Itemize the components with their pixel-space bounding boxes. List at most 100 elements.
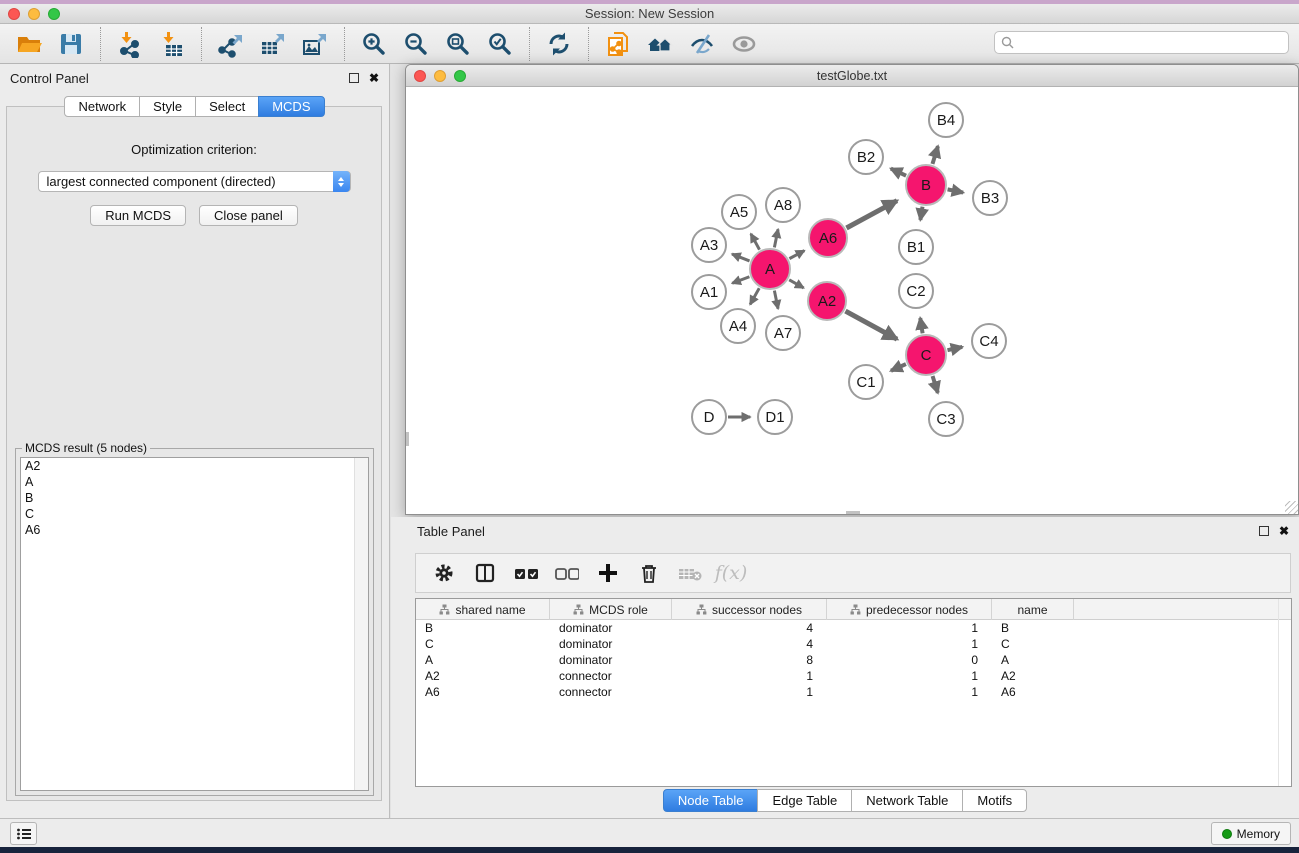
table-cell[interactable]: A [992,652,1074,668]
table-row[interactable]: Cdominator41C [416,636,1291,652]
table-cell[interactable]: 1 [827,636,992,652]
table-row[interactable]: Adominator80A [416,652,1291,668]
edge-A-A3[interactable] [732,254,749,261]
edge-A-A5[interactable] [751,234,760,250]
edge-A-A6[interactable] [789,251,804,259]
export-image-button[interactable] [300,29,330,59]
show-columns-button[interactable] [473,561,497,585]
edge-C-C1[interactable] [891,364,906,371]
column-header-predecessor-nodes[interactable]: predecessor nodes [827,599,992,620]
edge-A-A4[interactable] [750,288,759,304]
canvas-vertical-scrollbar[interactable] [406,432,409,446]
zoom-in-button[interactable] [359,29,389,59]
delete-table-button[interactable] [678,561,702,585]
table-cell[interactable]: C [992,636,1074,652]
zoom-selected-button[interactable] [485,29,515,59]
column-header-MCDS-role[interactable]: MCDS role [550,599,672,620]
edge-B-B2[interactable] [891,169,906,176]
node-table[interactable]: shared nameMCDS rolesuccessor nodesprede… [415,598,1292,787]
table-cell[interactable]: connector [550,668,672,684]
edge-C-C3[interactable] [933,376,938,393]
tab-select[interactable]: Select [195,96,259,117]
edge-C-C4[interactable] [947,347,962,350]
table-cell[interactable]: C [416,636,550,652]
result-list-scrollbar[interactable] [354,458,368,790]
open-file-button[interactable] [14,29,44,59]
table-cell[interactable]: B [416,620,550,636]
tab-network[interactable]: Network [64,96,140,117]
table-settings-button[interactable] [432,561,456,585]
table-cell[interactable]: 4 [672,636,827,652]
table-row[interactable]: Bdominator41B [416,620,1291,636]
result-item[interactable]: A6 [21,522,368,538]
add-column-button[interactable] [596,561,620,585]
column-header-name[interactable]: name [992,599,1074,620]
optimization-criterion-select[interactable]: largest connected component (directed) [38,171,351,192]
table-cell[interactable]: A2 [416,668,550,684]
export-table-button[interactable] [258,29,288,59]
tab-network-table[interactable]: Network Table [851,789,963,812]
table-cell[interactable]: 1 [827,620,992,636]
table-cell[interactable]: 1 [672,684,827,700]
float-panel-icon[interactable] [349,73,359,83]
table-cell[interactable]: A6 [416,684,550,700]
window-resize-grip[interactable] [1285,501,1298,514]
export-network-button[interactable] [216,29,246,59]
mcds-result-list[interactable]: A2ABCA6 [20,457,369,791]
import-table-button[interactable] [157,29,187,59]
edge-A2-C[interactable] [845,311,897,339]
edge-B-B4[interactable] [932,146,937,164]
canvas-horizontal-scrollbar[interactable] [846,511,860,514]
table-row[interactable]: A2connector11A2 [416,668,1291,684]
function-builder-button[interactable]: f(x) [719,561,743,585]
table-cell[interactable]: dominator [550,652,672,668]
delete-column-button[interactable] [637,561,661,585]
edge-A-A2[interactable] [789,280,803,288]
edge-A-A1[interactable] [732,277,749,283]
tab-motifs[interactable]: Motifs [962,789,1027,812]
edge-C-C2[interactable] [920,318,922,333]
search-field[interactable] [994,31,1289,54]
edge-A-A8[interactable] [774,229,778,247]
table-cell[interactable]: A6 [992,684,1074,700]
table-cell[interactable]: A [416,652,550,668]
refresh-button[interactable] [544,29,574,59]
table-cell[interactable]: dominator [550,620,672,636]
column-header-successor-nodes[interactable]: successor nodes [672,599,827,620]
tab-node-table[interactable]: Node Table [663,789,759,812]
tab-edge-table[interactable]: Edge Table [757,789,852,812]
network-graph[interactable]: B4B2BB3A8A5A6A3B1AA1C2A2A4A7C4CC1DD1C3 [406,87,1298,514]
tab-mcds[interactable]: MCDS [258,96,324,117]
tab-style[interactable]: Style [139,96,196,117]
result-item[interactable]: A [21,474,368,490]
deselect-all-rows-button[interactable] [555,561,579,585]
close-panel-icon[interactable]: ✖ [369,71,379,85]
table-cell[interactable]: 1 [672,668,827,684]
zoom-fit-button[interactable] [443,29,473,59]
table-cell[interactable]: dominator [550,636,672,652]
show-task-history-button[interactable] [10,822,37,845]
save-session-button[interactable] [56,29,86,59]
show-all-button[interactable] [729,29,759,59]
network-canvas[interactable]: B4B2BB3A8A5A6A3B1AA1C2A2A4A7C4CC1DD1C3 [406,87,1298,514]
select-all-rows-button[interactable] [514,561,538,585]
table-cell[interactable]: 1 [827,684,992,700]
search-input[interactable] [1018,36,1288,50]
zoom-out-button[interactable] [401,29,431,59]
table-cell[interactable]: 1 [827,668,992,684]
first-neighbors-button[interactable] [645,29,675,59]
table-row[interactable]: A6connector11A6 [416,684,1291,700]
edge-B-B3[interactable] [948,189,964,192]
memory-button[interactable]: Memory [1211,822,1291,845]
table-cell[interactable]: connector [550,684,672,700]
edge-A6-B[interactable] [846,201,897,228]
table-cell[interactable]: 0 [827,652,992,668]
float-table-panel-icon[interactable] [1259,526,1269,536]
result-item[interactable]: C [21,506,368,522]
edge-B-B1[interactable] [920,207,922,220]
import-network-button[interactable] [115,29,145,59]
network-from-selection-button[interactable] [603,29,633,59]
run-mcds-button[interactable]: Run MCDS [90,205,186,226]
close-panel-button[interactable]: Close panel [199,205,298,226]
hide-selected-button[interactable] [687,29,717,59]
